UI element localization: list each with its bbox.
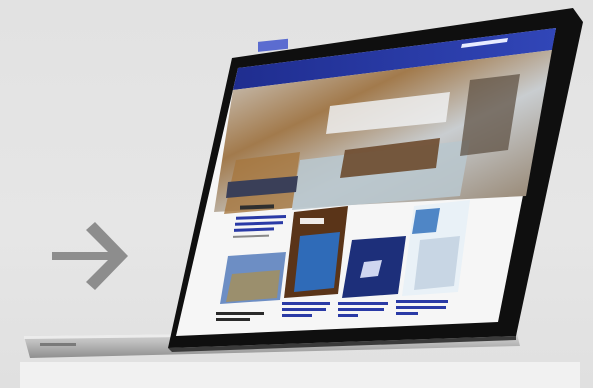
scene [0, 0, 593, 388]
laptop [24, 8, 583, 358]
site-logo [258, 38, 288, 52]
